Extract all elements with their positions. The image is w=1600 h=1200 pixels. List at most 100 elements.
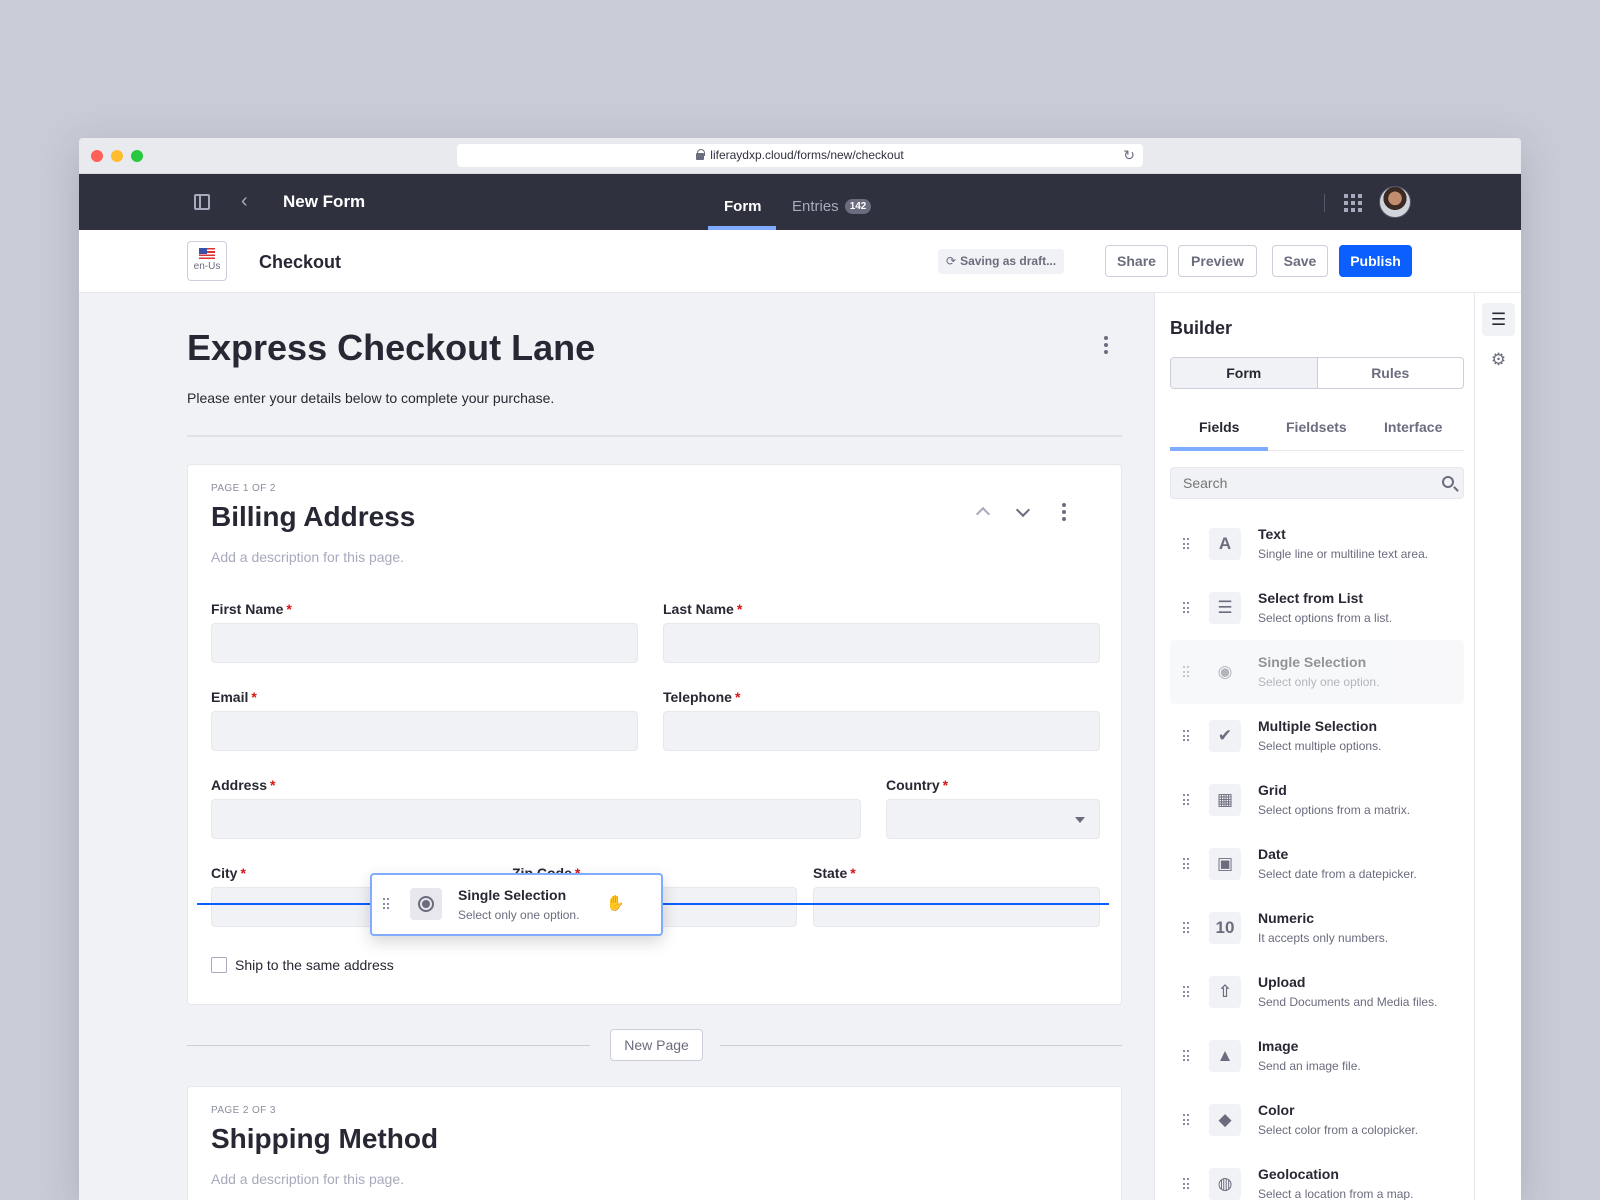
- grid-icon: ▦: [1209, 784, 1241, 816]
- last-name-input[interactable]: [663, 623, 1100, 663]
- required-asterisk: *: [240, 865, 246, 881]
- gear-icon[interactable]: ⚙: [1482, 343, 1515, 376]
- share-button[interactable]: Share: [1105, 245, 1168, 277]
- drag-handle-icon[interactable]: [1183, 538, 1191, 550]
- app-launcher-icon[interactable]: [1344, 194, 1362, 212]
- required-asterisk: *: [734, 689, 741, 705]
- minimize-window-button[interactable]: [111, 150, 123, 162]
- country-select[interactable]: [886, 799, 1100, 839]
- drag-handle-icon[interactable]: [1183, 858, 1191, 870]
- tab-interface[interactable]: Interface: [1384, 419, 1442, 435]
- field-type-item[interactable]: ⇧ Upload Send Documents and Media files.: [1170, 960, 1464, 1024]
- page-description[interactable]: Add a description for this page.: [211, 1171, 404, 1187]
- close-window-button[interactable]: [91, 150, 103, 162]
- field-type-item[interactable]: ✔ Multiple Selection Select multiple optio…: [1170, 704, 1464, 768]
- search-icon[interactable]: [1442, 476, 1454, 488]
- field-type-item[interactable]: 10 Numeric It accepts only numbers.: [1170, 896, 1464, 960]
- field-type-name: Date: [1258, 846, 1289, 862]
- sidebar-toggle-icon[interactable]: [194, 194, 210, 210]
- drag-handle-icon[interactable]: [1183, 1114, 1191, 1126]
- new-page-button[interactable]: New Page: [610, 1029, 703, 1061]
- state-label: State *: [813, 865, 856, 881]
- field-type-list: A Text Single line or multiline text area.…: [1170, 512, 1464, 1200]
- tab-entries-label: Entries: [792, 198, 839, 215]
- drag-handle-icon[interactable]: [1183, 1178, 1191, 1190]
- page-options-kebab-icon[interactable]: [1062, 503, 1066, 521]
- active-tab-indicator: [1170, 447, 1268, 451]
- drag-handle-icon[interactable]: [1183, 1050, 1191, 1062]
- field-type-item[interactable]: ◉ Single Selection Select only one option.: [1170, 640, 1464, 704]
- page-number: PAGE 1 OF 2: [211, 483, 276, 494]
- field-type-item[interactable]: ☰ Select from List Select options from a l…: [1170, 576, 1464, 640]
- segment-form[interactable]: Form: [1171, 358, 1318, 388]
- field-type-desc: It accepts only numbers.: [1258, 931, 1389, 945]
- dragged-field-card[interactable]: Single Selection Select only one option.…: [370, 873, 663, 936]
- tab-form[interactable]: Form: [724, 198, 762, 215]
- drag-handle-icon[interactable]: [1183, 794, 1191, 806]
- field-type-item[interactable]: ▦ Grid Select options from a matrix.: [1170, 768, 1464, 832]
- calendar-icon: ▣: [1209, 848, 1241, 880]
- address-input[interactable]: [211, 799, 861, 839]
- drag-handle-icon[interactable]: [1183, 666, 1191, 678]
- address-bar[interactable]: liferaydxp.cloud/forms/new/checkout ↻: [457, 144, 1143, 167]
- field-type-item[interactable]: ◆ Color Select color from a colopicker.: [1170, 1088, 1464, 1152]
- page-card-shipping: PAGE 2 OF 3 Shipping Method Add a descri…: [187, 1086, 1122, 1200]
- url-text: liferaydxp.cloud/forms/new/checkout: [710, 148, 904, 162]
- drag-handle-icon[interactable]: [1183, 602, 1191, 614]
- state-input[interactable]: [813, 887, 1100, 927]
- dragged-field-desc: Select only one option.: [458, 908, 580, 922]
- move-page-down-icon[interactable]: [1015, 503, 1031, 519]
- reload-icon[interactable]: ↻: [1123, 148, 1135, 162]
- field-type-item[interactable]: ▲ Image Send an image file.: [1170, 1024, 1464, 1088]
- drag-handle-icon[interactable]: [1183, 730, 1191, 742]
- first-name-input[interactable]: [211, 623, 638, 663]
- numeric-icon: 10: [1209, 912, 1241, 944]
- field-type-desc: Single line or multiline text area.: [1258, 547, 1429, 561]
- move-page-up-icon[interactable]: [975, 503, 991, 519]
- preview-button[interactable]: Preview: [1178, 245, 1257, 277]
- field-type-name: Grid: [1258, 782, 1287, 798]
- tab-fieldsets[interactable]: Fieldsets: [1286, 419, 1347, 435]
- builder-title: Builder: [1170, 318, 1233, 338]
- user-avatar[interactable]: [1379, 186, 1411, 218]
- builder-list-icon[interactable]: ☰: [1482, 303, 1515, 336]
- field-type-item[interactable]: ▣ Date Select date from a datepicker.: [1170, 832, 1464, 896]
- form-title[interactable]: Express Checkout Lane: [187, 327, 595, 369]
- back-chevron-icon[interactable]: ‹: [241, 191, 248, 211]
- city-label-text: City: [211, 865, 238, 881]
- page-description[interactable]: Add a description for this page.: [211, 549, 404, 565]
- telephone-input[interactable]: [663, 711, 1100, 751]
- save-status-text: Saving as draft...: [960, 254, 1057, 268]
- publish-button[interactable]: Publish: [1339, 245, 1412, 277]
- drag-handle-icon[interactable]: [1183, 922, 1191, 934]
- city-label: City *: [211, 865, 246, 881]
- field-type-item[interactable]: A Text Single line or multiline text area.: [1170, 512, 1464, 576]
- form-options-kebab-icon[interactable]: [1104, 336, 1108, 354]
- telephone-label-text: Telephone: [663, 689, 732, 705]
- maximize-window-button[interactable]: [131, 150, 143, 162]
- tab-fields[interactable]: Fields: [1199, 419, 1239, 435]
- upload-icon: ⇧: [1209, 976, 1241, 1008]
- page-title[interactable]: Shipping Method: [211, 1123, 438, 1155]
- first-name-label: First Name *: [211, 601, 292, 617]
- field-type-item[interactable]: ◍ Geolocation Select a location from a map…: [1170, 1152, 1464, 1200]
- field-search-input[interactable]: [1170, 467, 1464, 499]
- check-circle-icon: ✔: [1209, 720, 1241, 752]
- first-name-label-text: First Name: [211, 601, 284, 617]
- locale-selector[interactable]: en-Us: [187, 241, 227, 281]
- tab-entries[interactable]: Entries 142: [792, 198, 872, 215]
- drag-handle-icon[interactable]: [1183, 986, 1191, 998]
- segment-rules[interactable]: Rules: [1318, 358, 1464, 388]
- radio-icon: [410, 888, 442, 920]
- save-button[interactable]: Save: [1272, 245, 1328, 277]
- field-type-name: Text: [1258, 526, 1286, 542]
- page-title[interactable]: Billing Address: [211, 501, 415, 533]
- drag-handle-icon[interactable]: [383, 898, 391, 910]
- email-input[interactable]: [211, 711, 638, 751]
- field-type-name: Single Selection: [1258, 654, 1367, 670]
- form-description[interactable]: Please enter your details below to compl…: [187, 390, 554, 406]
- same-address-checkbox[interactable]: [211, 957, 227, 973]
- dragged-field-name: Single Selection: [458, 887, 567, 903]
- required-asterisk: *: [270, 777, 276, 793]
- caret-down-icon: [1075, 817, 1085, 823]
